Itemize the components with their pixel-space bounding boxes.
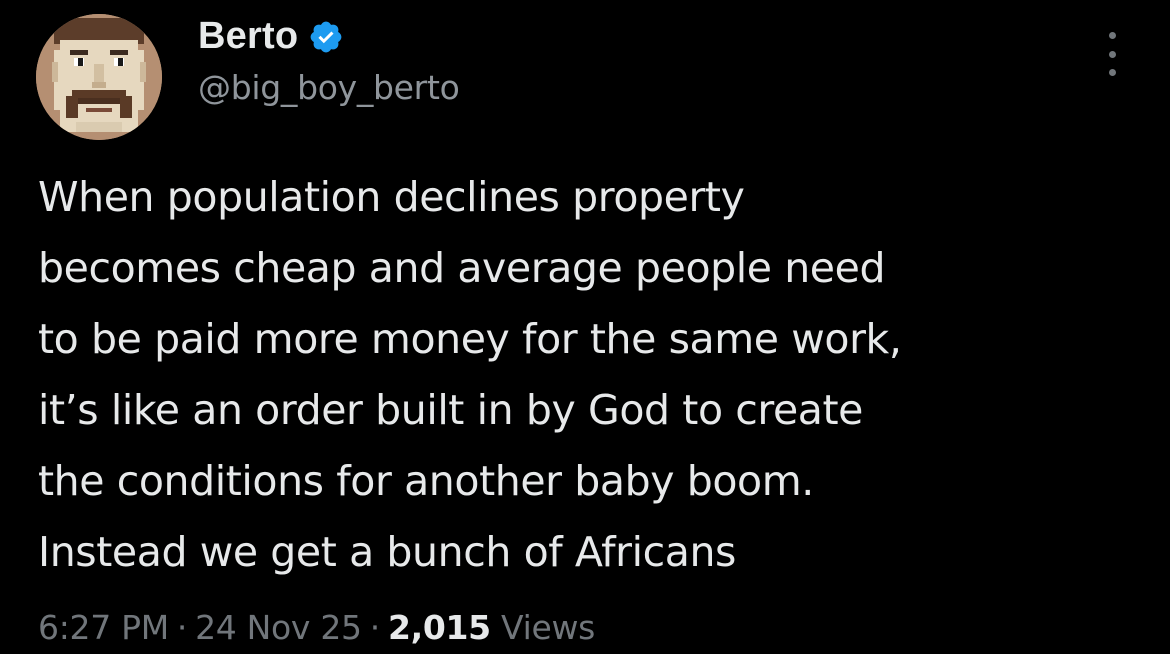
meta-separator: · (176, 608, 188, 647)
tweet-metadata: 6:27 PM · 24 Nov 25 · 2,015 Views (38, 608, 595, 647)
views-count[interactable]: 2,015 (388, 608, 491, 647)
views-label[interactable]: Views (501, 608, 595, 647)
verified-badge-icon (308, 19, 344, 55)
tweet-text-line: When population declines property (38, 173, 745, 221)
tweet-date[interactable]: 24 Nov 25 (195, 608, 362, 647)
tweet-text-line: the conditions for another baby boom. (38, 457, 814, 505)
more-options-icon-dot (1108, 69, 1116, 76)
author-name-row: Berto (198, 14, 459, 58)
more-options-button[interactable] (1094, 32, 1130, 76)
avatar[interactable] (36, 14, 162, 140)
tweet-time[interactable]: 6:27 PM (38, 608, 169, 647)
author-handle[interactable]: @big_boy_berto (198, 68, 460, 107)
more-options-icon (1108, 32, 1116, 39)
tweet-text: When population declines property become… (38, 162, 1148, 588)
author-display-name[interactable]: Berto (198, 15, 298, 58)
tweet-text-line: to be paid more money for the same work, (38, 315, 902, 363)
tweet-text-line: Instead we get a bunch of Africans (38, 528, 737, 576)
meta-separator: · (369, 608, 381, 647)
more-options-icon-dot (1108, 50, 1116, 58)
tweet-author: Berto @big_boy_berto (198, 14, 460, 108)
tweet-card: Berto @big_boy_berto When population dec… (0, 0, 1170, 654)
pixel-art-mustache-face-avatar (36, 14, 162, 140)
tweet-text-line: it’s like an order built in by God to cr… (38, 386, 864, 434)
tweet-text-line: becomes cheap and average people need (38, 244, 886, 292)
